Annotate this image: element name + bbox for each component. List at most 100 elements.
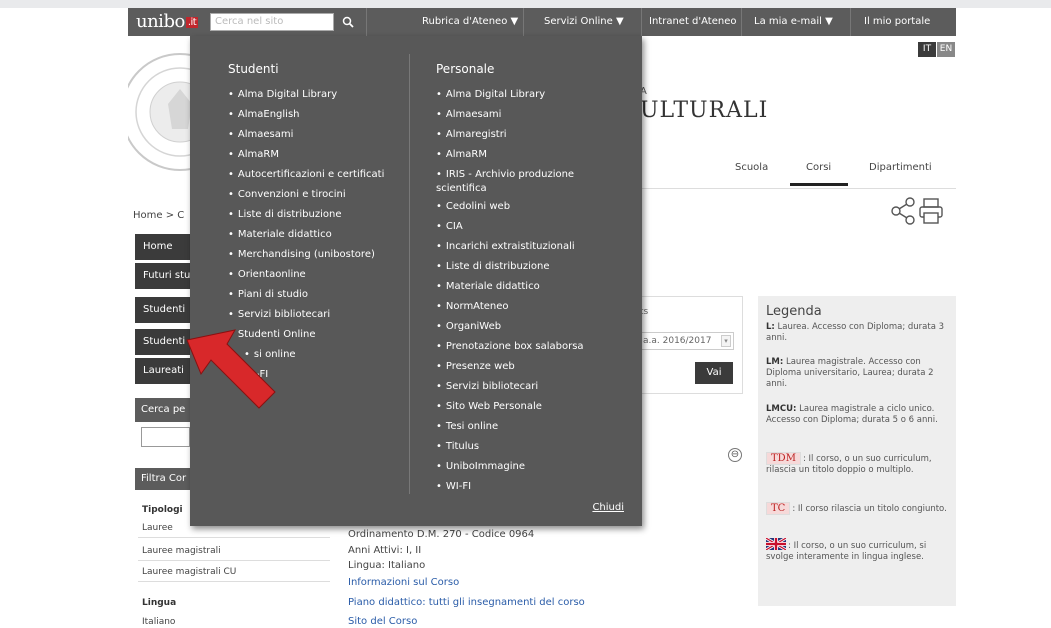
dropdown-item[interactable]: Merchandising (unibostore) <box>228 248 384 268</box>
dropdown-item[interactable]: Prenotazione box salaborsa <box>436 340 606 360</box>
filter-lingua-heading: Lingua <box>142 598 177 608</box>
vai-button[interactable]: Vai <box>695 362 733 384</box>
dropdown-item[interactable]: IRIS - Archivio produzione scientifica <box>436 168 606 200</box>
legend-item-english: : Il corso, o un suo curriculum, si svol… <box>766 538 951 563</box>
tab-dipartimenti[interactable]: Dipartimenti <box>869 162 932 173</box>
share-icon[interactable] <box>891 197 915 225</box>
page-title-fragment: ULTURALI <box>640 98 769 123</box>
dropdown-item[interactable]: Alma Digital Library <box>436 88 606 108</box>
filter-option-italiano[interactable]: Italiano <box>138 612 330 628</box>
course-info-line: Lingua: Italiano <box>348 560 426 571</box>
legend-title: Legenda <box>766 304 822 319</box>
breadcrumb[interactable]: Home > C <box>133 210 184 221</box>
legend-item-tdm: TDM: Il corso, o un suo curriculum, rila… <box>766 452 951 476</box>
course-info-line: Ordinamento D.M. 270 - Codice 0964 <box>348 529 535 540</box>
legend-panel: Legenda L: Laurea. Accesso con Diploma; … <box>758 296 956 606</box>
dropdown-heading-studenti: Studenti <box>228 62 279 76</box>
dropdown-item[interactable]: NormAteneo <box>436 300 606 320</box>
dropdown-close-link[interactable]: Chiudi <box>592 502 624 513</box>
legend-text: Laurea magistrale. Accesso con Diploma u… <box>766 357 934 389</box>
dropdown-item[interactable]: Piani di studio <box>228 288 384 308</box>
legend-text: Laurea. Accesso con Diploma; durata 3 an… <box>766 322 945 343</box>
nav-intranet[interactable]: Intranet d'Ateneo <box>643 8 742 36</box>
dropdown-item[interactable]: CIA <box>436 220 606 240</box>
dropdown-item[interactable]: Liste di distribuzione <box>436 260 606 280</box>
dropdown-heading-personale: Personale <box>436 62 495 76</box>
dropdown-item[interactable]: Materiale didattico <box>436 280 606 300</box>
dropdown-item[interactable]: Cedolini web <box>436 200 606 220</box>
sidebar-item-studenti[interactable]: Studenti <box>135 297 190 323</box>
dropdown-item[interactable]: Autocertificazioni e certificati <box>228 168 384 188</box>
site-search-input[interactable]: Cerca nel sito <box>210 13 334 31</box>
top-navigation-bar: unibo .it Cerca nel sito Rubrica d'Ateneo… <box>128 8 956 36</box>
dropdown-item[interactable]: Titulus <box>436 440 606 460</box>
lang-it-button[interactable]: IT <box>918 42 936 57</box>
search-button[interactable] <box>336 13 360 31</box>
active-tab-indicator <box>790 183 848 186</box>
lang-en-button[interactable]: EN <box>937 42 955 57</box>
filter-option-lauree-magistrali[interactable]: Lauree magistrali <box>138 541 330 561</box>
dropdown-item[interactable]: Tesi online <box>436 420 606 440</box>
nav-rubrica[interactable]: Rubrica d'Ateneo ▼ <box>416 8 524 36</box>
legend-item-lmcu: LMCU: Laurea magistrale a ciclo unico. A… <box>766 404 951 426</box>
legend-key: L: <box>766 322 775 332</box>
course-info-link[interactable]: Informazioni sul Corso <box>348 577 459 588</box>
nav-portale[interactable]: Il mio portale <box>858 8 936 36</box>
filter-title: Filtra Cor <box>135 468 190 490</box>
legend-key: LM: <box>766 357 784 367</box>
dropdown-item[interactable]: AlmaEnglish <box>228 108 384 128</box>
dropdown-item[interactable]: Materiale didattico <box>228 228 384 248</box>
legend-item-l: L: Laurea. Accesso con Diploma; durata 3… <box>766 322 951 344</box>
dropdown-item[interactable]: WI-FI <box>436 480 606 500</box>
unibo-logo[interactable]: unibo .it <box>136 11 199 32</box>
dropdown-item[interactable]: Almaregistri <box>436 128 606 148</box>
nav-servizi-online[interactable]: Servizi Online ▼ <box>538 8 630 36</box>
legend-item-tc: TC: Il corso rilascia un titolo congiunt… <box>766 502 951 515</box>
dropdown-item[interactable]: Almaesami <box>228 128 384 148</box>
dropdown-item[interactable]: Sito Web Personale <box>436 400 606 420</box>
sidebar-item-home[interactable]: Home <box>135 234 190 260</box>
filter-option-lauree-magistrali-cu[interactable]: Lauree magistrali CU <box>138 562 330 582</box>
dropdown-item[interactable]: AlmaRM <box>228 148 384 168</box>
course-plan-link[interactable]: Piano didattico: tutti gli insegnamenti … <box>348 597 585 608</box>
chevron-down-icon: ▾ <box>721 335 731 347</box>
tab-scuola[interactable]: Scuola <box>735 162 768 173</box>
dropdown-list-personale: Alma Digital Library Almaesami Almaregis… <box>436 88 606 500</box>
servizi-online-dropdown: Studenti Alma Digital Library AlmaEnglis… <box>190 36 642 526</box>
collapse-icon[interactable]: ⊖ <box>728 448 742 462</box>
legend-text: : Il corso, o un suo curriculum, si svol… <box>766 541 927 562</box>
tab-corsi[interactable]: Corsi <box>806 162 831 173</box>
nav-separator <box>523 8 524 36</box>
dropdown-item[interactable]: OrganiWeb <box>436 320 606 340</box>
nav-email[interactable]: La mia e-mail ▼ <box>748 8 839 36</box>
tdm-tag: TDM <box>766 452 801 465</box>
logo-text: unibo <box>136 11 185 32</box>
red-arrow-annotation <box>186 329 276 409</box>
course-site-link[interactable]: Sito del Corso <box>348 616 417 627</box>
dropdown-item[interactable]: Alma Digital Library <box>228 88 384 108</box>
print-icon[interactable] <box>919 198 943 224</box>
share-print-icons <box>891 197 943 225</box>
tc-tag: TC <box>766 502 791 515</box>
academic-year-select[interactable]: a.a. 2016/2017 ▾ <box>640 332 734 350</box>
course-info-line: Anni Attivi: I, II <box>348 545 422 556</box>
dropdown-item[interactable]: Almaesami <box>436 108 606 128</box>
academic-year-value: a.a. 2016/2017 <box>643 336 712 346</box>
legend-key: LMCU: <box>766 404 797 414</box>
search-icon <box>342 16 354 28</box>
uk-flag-icon <box>766 538 786 550</box>
dropdown-item[interactable]: Convenzioni e tirocini <box>228 188 384 208</box>
left-search-input[interactable] <box>141 427 190 447</box>
dropdown-item[interactable]: Liste di distribuzione <box>228 208 384 228</box>
filter-tipologia-heading: Tipologi <box>142 505 183 515</box>
dropdown-item[interactable]: Presenze web <box>436 360 606 380</box>
sidebar-item-futuri-studenti[interactable]: Futuri stu <box>135 263 190 289</box>
dropdown-item[interactable]: Servizi bibliotecari <box>436 380 606 400</box>
legend-text: : Il corso rilascia un titolo congiunto. <box>792 504 947 514</box>
dropdown-item[interactable]: Orientaonline <box>228 268 384 288</box>
browser-top-strip <box>0 0 1051 8</box>
dropdown-item[interactable]: Incarichi extraistituzionali <box>436 240 606 260</box>
dropdown-item[interactable]: UniboImmagine <box>436 460 606 480</box>
dropdown-item[interactable]: AlmaRM <box>436 148 606 168</box>
dropdown-divider <box>409 54 410 494</box>
